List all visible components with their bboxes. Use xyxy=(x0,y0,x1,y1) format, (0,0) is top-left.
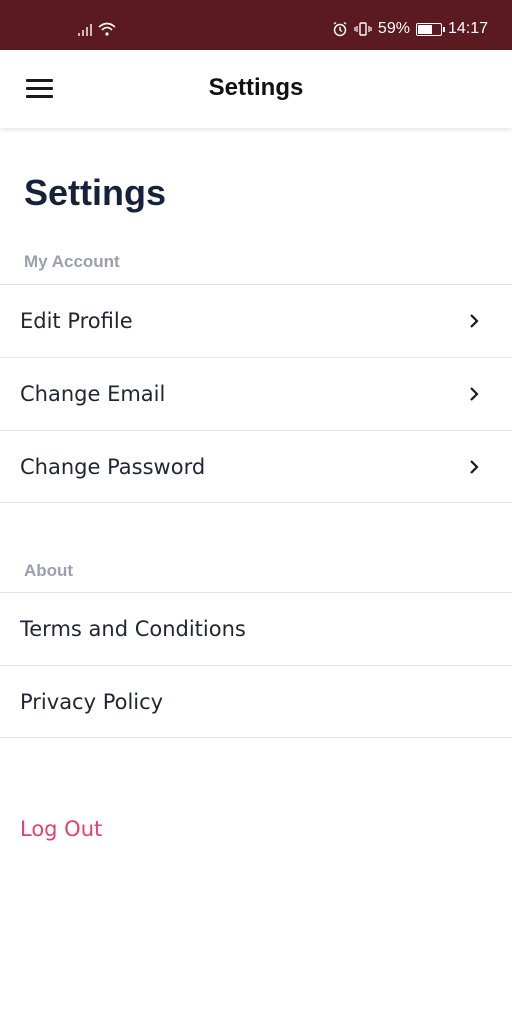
terms-and-conditions-label: Terms and Conditions xyxy=(20,617,246,641)
system-indicators: 59% 14:17 xyxy=(332,20,488,38)
privacy-policy-item[interactable]: Privacy Policy xyxy=(0,665,512,738)
vibrate-icon xyxy=(354,22,372,36)
my-account-list: Edit Profile Change Email Change Passwor… xyxy=(0,284,512,503)
page-title: Settings xyxy=(24,172,167,213)
status-bar: 59% 14:17 xyxy=(0,0,512,50)
wifi-icon xyxy=(98,22,116,36)
change-email-item[interactable]: Change Email xyxy=(0,357,512,430)
about-list: Terms and Conditions Privacy Policy xyxy=(0,592,512,738)
clock-time: 14:17 xyxy=(447,20,488,37)
change-password-item[interactable]: Change Password xyxy=(0,430,512,503)
alarm-clock-icon xyxy=(333,21,347,37)
log-out-button[interactable]: Log Out xyxy=(20,817,102,841)
app-bar-title: Settings xyxy=(208,74,304,101)
chevron-right-icon xyxy=(470,314,479,328)
chevron-right-icon xyxy=(470,387,479,401)
app-bar: Settings xyxy=(0,50,512,128)
section-header-my-account: My Account xyxy=(24,252,120,271)
edit-profile-item[interactable]: Edit Profile xyxy=(0,284,512,357)
change-password-label: Change Password xyxy=(20,454,206,479)
change-email-label: Change Email xyxy=(20,382,166,406)
cellular-signal-icon xyxy=(78,22,92,36)
connectivity-indicators xyxy=(78,22,116,36)
chevron-right-icon xyxy=(470,460,479,474)
battery-percent: 59% xyxy=(377,20,410,37)
privacy-policy-label: Privacy Policy xyxy=(20,689,164,714)
battery-icon xyxy=(415,22,445,36)
edit-profile-label: Edit Profile xyxy=(20,309,133,333)
terms-and-conditions-item[interactable]: Terms and Conditions xyxy=(0,592,512,665)
section-header-about: About xyxy=(24,561,74,580)
